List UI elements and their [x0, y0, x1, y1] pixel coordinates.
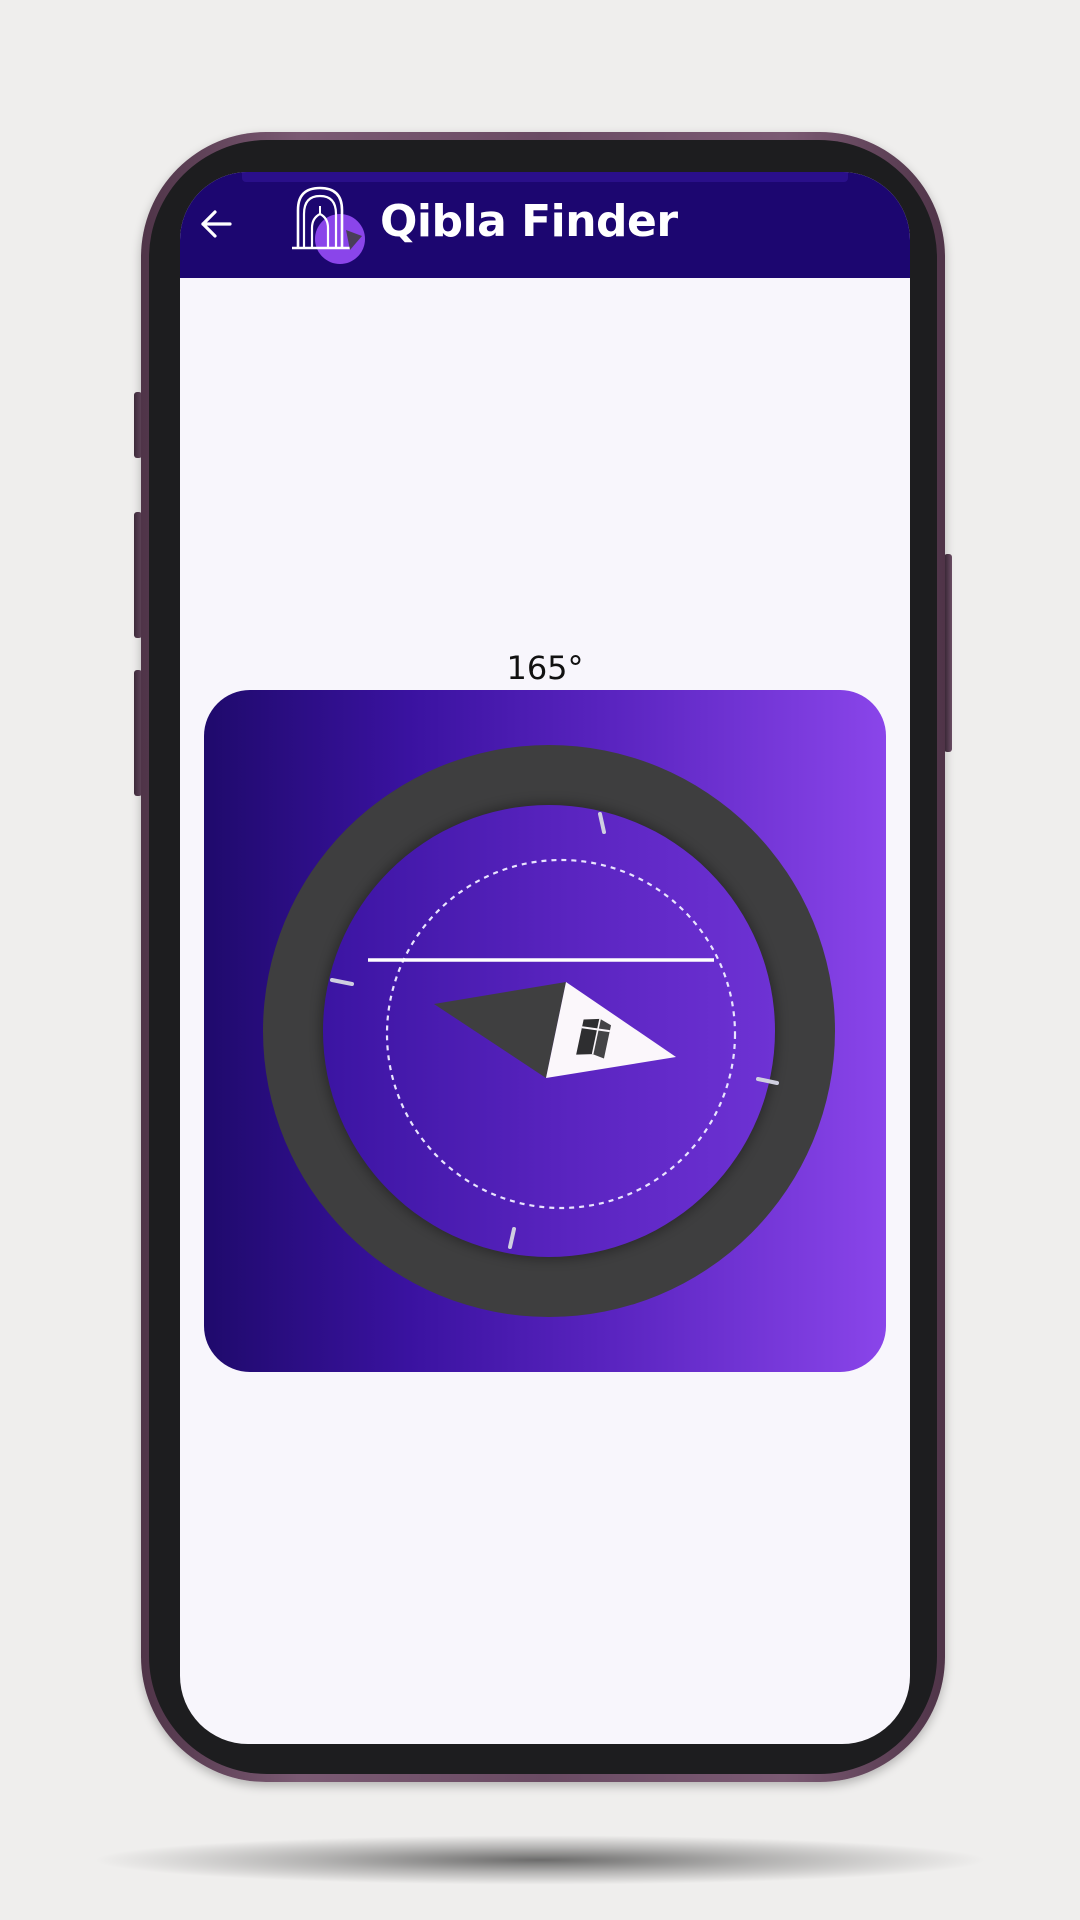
compass-card	[204, 690, 886, 1372]
back-button[interactable]	[192, 200, 240, 248]
power-button	[944, 554, 952, 752]
app-screen: Qibla Finder 165°	[180, 172, 910, 1744]
device-shadow	[90, 1835, 990, 1885]
status-bar-strip	[242, 172, 848, 182]
app-bar: Qibla Finder	[180, 172, 910, 278]
compass-dial	[263, 745, 835, 1317]
heading-degree-label: 165°	[506, 649, 584, 687]
device-mockup: Qibla Finder 165°	[0, 0, 1080, 1920]
mosque-logo-icon	[292, 186, 365, 264]
arrow-left-icon	[201, 210, 232, 238]
app-title: Qibla Finder	[380, 196, 678, 247]
